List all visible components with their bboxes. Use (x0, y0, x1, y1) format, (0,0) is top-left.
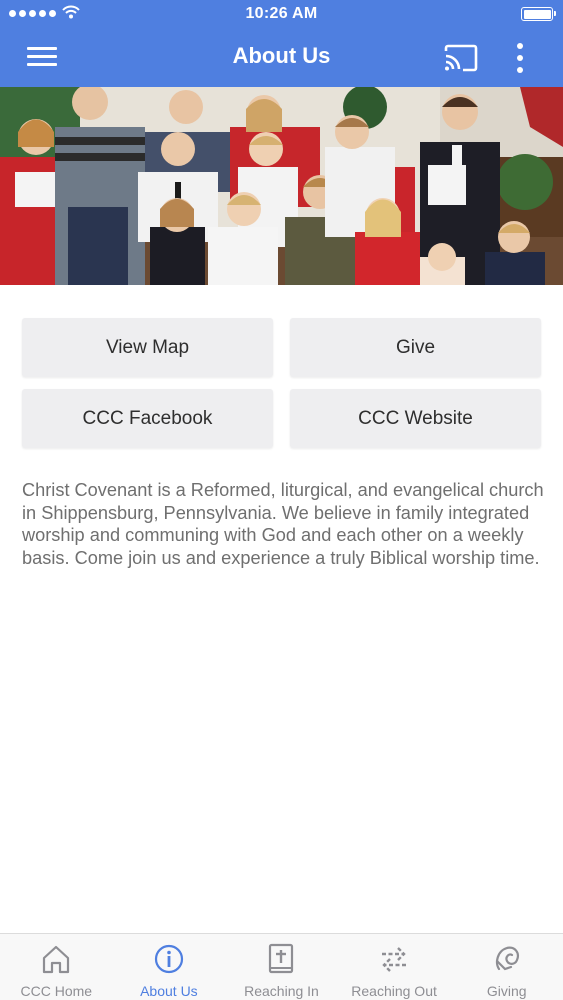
status-bar: 10:26 AM (0, 0, 563, 30)
about-description: Christ Covenant is a Reformed, liturgica… (22, 480, 544, 568)
app-header: 10:26 AM About Us (0, 0, 563, 87)
tab-about-us[interactable]: About Us (113, 934, 226, 1000)
status-time: 10:26 AM (245, 5, 318, 22)
tab-label: CCC Home (20, 983, 93, 999)
view-map-button[interactable]: View Map (22, 318, 273, 377)
give-button[interactable]: Give (290, 318, 541, 377)
cast-button[interactable] (443, 43, 479, 73)
tab-giving[interactable]: Giving (450, 934, 563, 1000)
cast-icon (444, 44, 478, 72)
giving-hand-icon (495, 946, 519, 971)
info-icon (154, 944, 183, 974)
more-vertical-icon (517, 43, 523, 49)
tab-label: Reaching In (244, 983, 319, 999)
home-icon (43, 945, 70, 974)
tab-ccc-home[interactable]: CCC Home (0, 934, 113, 1000)
tab-label: Reaching Out (351, 983, 437, 999)
bottom-tab-bar: CCC Home About Us Reaching In Reaching O… (0, 933, 563, 1000)
swap-arrows-icon (382, 947, 407, 972)
more-options-button[interactable] (508, 42, 532, 74)
tab-reaching-in[interactable]: Reaching In (225, 934, 338, 1000)
tab-reaching-out[interactable]: Reaching Out (338, 934, 451, 1000)
bible-icon (269, 943, 294, 974)
ccc-facebook-button[interactable]: CCC Facebook (22, 389, 273, 448)
hero-photo-children-choir (0, 87, 563, 285)
ccc-website-button[interactable]: CCC Website (290, 389, 541, 448)
tab-label: About Us (140, 983, 198, 999)
choir-photo (0, 87, 563, 285)
tab-label: Giving (486, 983, 527, 999)
battery-icon (521, 7, 556, 21)
